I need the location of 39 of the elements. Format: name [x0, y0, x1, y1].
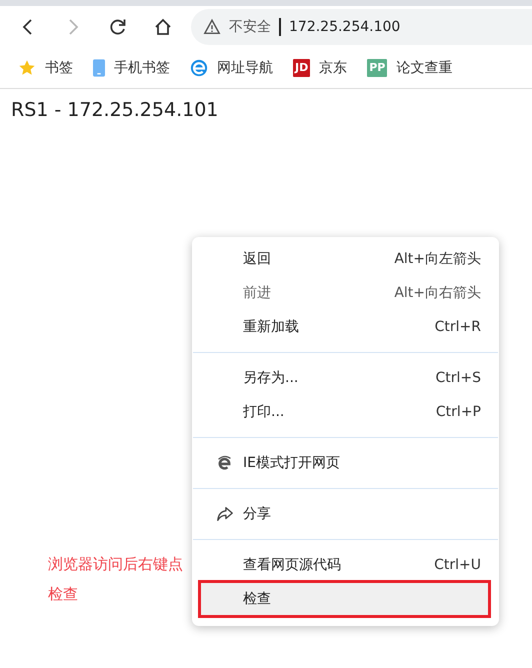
menu-item[interactable]: 重新加载 Ctrl+R [200, 310, 489, 344]
shortcut-text: Alt+向左箭头 [394, 250, 481, 268]
bookmark-item[interactable]: 手机书签 [93, 59, 170, 77]
menu-item[interactable]: IE模式打开网页 [200, 446, 489, 480]
bookmark-label: 网址导航 [217, 59, 273, 77]
star-icon [18, 59, 36, 77]
browser-logo-icon [190, 59, 208, 77]
site-logo-icon: PP [367, 59, 388, 77]
bookmark-label: 书签 [45, 59, 73, 77]
address-bar[interactable]: 不安全 172.25.254.100 [191, 9, 532, 45]
site-logo-icon: JD [293, 59, 310, 77]
security-label: 不安全 [229, 18, 271, 36]
page-heading: RS1 - 172.25.254.101 [11, 99, 220, 121]
shortcut-text: Alt+向右箭头 [394, 284, 481, 302]
bookmark-item[interactable]: 书签 [18, 59, 73, 77]
bookmark-label: 手机书签 [114, 59, 170, 77]
share-icon [216, 505, 234, 523]
bookmark-label: 论文查重 [396, 59, 452, 77]
home-icon[interactable] [153, 17, 173, 37]
menu-item[interactable]: 检查 [200, 582, 489, 616]
bookmark-item[interactable]: 网址导航 [190, 59, 273, 77]
annotation-text: 浏览器访问后右键点检查 [48, 554, 184, 605]
phone-icon [93, 59, 105, 77]
menu-item[interactable]: 打印... Ctrl+P [200, 395, 489, 429]
ie-icon [216, 454, 233, 472]
warning-icon [203, 18, 221, 36]
menu-item[interactable]: 查看网页源代码 Ctrl+U [200, 548, 489, 582]
menu-item[interactable]: 另存为... Ctrl+S [200, 361, 489, 395]
menu-item[interactable]: 分享 [200, 497, 489, 531]
shortcut-text: Ctrl+U [434, 557, 481, 573]
menu-item[interactable]: 返回 Alt+向左箭头 [200, 242, 489, 276]
bookmark-item[interactable]: PP 论文查重 [367, 59, 452, 77]
reload-icon[interactable] [108, 17, 128, 37]
shortcut-text: Ctrl+P [436, 404, 481, 420]
bookmark-item[interactable]: JD 京东 [293, 59, 348, 77]
bookmark-label: 京东 [319, 59, 348, 77]
url-text: 172.25.254.100 [289, 19, 400, 35]
shortcut-text: Ctrl+S [435, 370, 481, 386]
shortcut-text: Ctrl+R [434, 319, 481, 335]
